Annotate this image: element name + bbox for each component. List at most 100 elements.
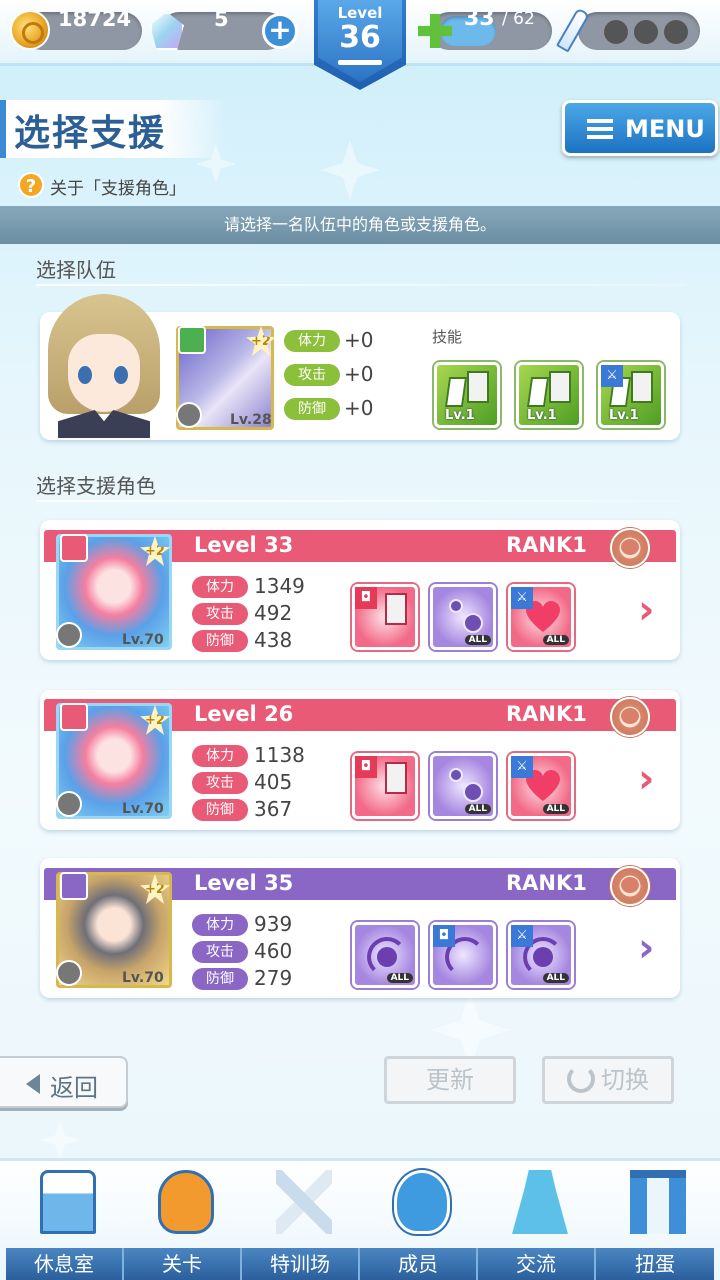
stat-value-hp: +0 bbox=[344, 328, 374, 352]
attribute-icon bbox=[178, 326, 206, 354]
player-level-badge: Level 36 bbox=[314, 0, 406, 90]
switch-label: 切换 bbox=[601, 1066, 649, 1094]
stat-value-attack: 405 bbox=[254, 770, 293, 794]
switch-icon bbox=[567, 1065, 595, 1093]
stat-tag-attack: 攻击 bbox=[192, 772, 248, 794]
attribute-icon bbox=[60, 703, 88, 731]
nav-item-social[interactable]: 交流 bbox=[478, 1158, 596, 1280]
all-tag: ALL bbox=[542, 973, 569, 983]
stat-value-defense: 279 bbox=[254, 966, 293, 990]
background-sparkle bbox=[320, 140, 380, 200]
stat-tag-defense: 防御 bbox=[284, 398, 340, 420]
help-link[interactable]: 关于「支援角色」 bbox=[50, 174, 186, 199]
nav-item-lounge[interactable]: 休息室 bbox=[6, 1158, 124, 1280]
chevron-right-icon[interactable]: › bbox=[638, 928, 668, 968]
bubble-icon bbox=[463, 613, 483, 633]
skill-level: Lv.1 bbox=[609, 408, 639, 423]
help-icon[interactable]: ? bbox=[18, 172, 44, 198]
chevron-right-icon[interactable]: › bbox=[638, 759, 668, 799]
stat-value-defense: +0 bbox=[344, 396, 374, 420]
battle-point-dot bbox=[664, 20, 688, 44]
friend-medal-icon bbox=[610, 528, 650, 568]
portrait-eye bbox=[78, 366, 92, 384]
refresh-button[interactable]: 更新 bbox=[384, 1056, 516, 1104]
card-level: Lv.70 bbox=[122, 970, 164, 986]
battle-point-dot bbox=[604, 20, 628, 44]
skill-slot[interactable]: ◘ bbox=[352, 584, 418, 650]
chevron-right-icon[interactable]: › bbox=[638, 590, 668, 630]
card-level: Lv.28 bbox=[230, 412, 272, 428]
nav-item-training[interactable]: 特训场 bbox=[242, 1158, 360, 1280]
scroll-icon bbox=[385, 593, 407, 625]
gem-amount: 5 bbox=[214, 7, 229, 31]
support-section-label: 选择支援角色 bbox=[36, 474, 156, 498]
nav-label: 扭蛋 bbox=[596, 1248, 714, 1280]
background-sparkle bbox=[40, 1120, 80, 1160]
skill-slot[interactable]: ALL bbox=[430, 753, 496, 819]
nav-label: 交流 bbox=[478, 1248, 596, 1280]
nav-label: 关卡 bbox=[124, 1248, 242, 1280]
lounge-building-icon bbox=[40, 1170, 96, 1234]
sword-icon: ⚔ bbox=[511, 587, 533, 609]
skill-level: Lv.1 bbox=[527, 408, 557, 423]
nav-item-stage[interactable]: 关卡 bbox=[124, 1158, 242, 1280]
stat-tag-hp: 体力 bbox=[284, 330, 340, 352]
stat-tag-hp: 体力 bbox=[192, 576, 248, 598]
shield-icon: ◘ bbox=[433, 925, 455, 947]
back-button[interactable]: 返回 bbox=[0, 1056, 128, 1108]
sword-icon: ⚔ bbox=[511, 925, 533, 947]
buy-gems-button[interactable]: + bbox=[262, 13, 298, 49]
page-title: 选择支援 bbox=[14, 113, 167, 154]
level-progress-bar bbox=[338, 60, 382, 65]
instruction-bar: 请选择一名队伍中的角色或支援角色。 bbox=[0, 206, 720, 244]
skill-slot[interactable]: Lv.1 bbox=[434, 362, 500, 428]
switch-button[interactable]: 切换 bbox=[542, 1056, 674, 1104]
bubble-icon bbox=[449, 599, 463, 613]
battle-point-dot bbox=[634, 20, 658, 44]
scroll-icon bbox=[444, 377, 468, 407]
stat-value-defense: 438 bbox=[254, 628, 293, 652]
back-label: 返回 bbox=[50, 1074, 98, 1102]
equip-icon bbox=[176, 402, 202, 428]
skill-slot[interactable]: ALL bbox=[430, 584, 496, 650]
nav-label: 特训场 bbox=[242, 1248, 360, 1280]
scroll-icon bbox=[385, 762, 407, 794]
stat-tag-attack: 攻击 bbox=[192, 603, 248, 625]
skill-slot[interactable]: ALL bbox=[352, 922, 418, 988]
stat-value-hp: 1138 bbox=[254, 743, 305, 767]
coin-icon bbox=[10, 10, 50, 50]
support-level: Level 35 bbox=[194, 871, 294, 895]
sword-icon: ⚔ bbox=[601, 365, 623, 387]
skill-slot[interactable]: ◘ bbox=[430, 922, 496, 988]
card-level: Lv.70 bbox=[122, 801, 164, 817]
scroll-icon bbox=[631, 371, 653, 403]
friend-medal-icon bbox=[610, 866, 650, 906]
menu-button[interactable]: MENU bbox=[562, 100, 718, 156]
player-level: 36 bbox=[339, 20, 381, 55]
skill-slot[interactable]: ⚔ ALL bbox=[508, 584, 574, 650]
team-leader-portrait bbox=[48, 294, 160, 438]
stat-tag-defense: 防御 bbox=[192, 630, 248, 652]
stamina-max: / 62 bbox=[502, 9, 535, 29]
nav-item-members[interactable]: 成员 bbox=[360, 1158, 478, 1280]
support-rank: RANK1 bbox=[506, 702, 587, 726]
crossed-swords-icon bbox=[276, 1170, 332, 1234]
skill-slot[interactable]: ⚔ Lv.1 bbox=[598, 362, 664, 428]
skill-slot[interactable]: ⚔ ALL bbox=[508, 922, 574, 988]
all-tag: ALL bbox=[464, 804, 491, 814]
scroll-icon bbox=[549, 371, 571, 403]
stat-tag-hp: 体力 bbox=[192, 914, 248, 936]
menu-label: MENU bbox=[625, 115, 705, 143]
stat-value-attack: +0 bbox=[344, 362, 374, 386]
stat-value-hp: 939 bbox=[254, 912, 293, 936]
skill-slot[interactable]: Lv.1 bbox=[516, 362, 582, 428]
stage-monster-icon bbox=[158, 1170, 214, 1234]
skill-slot[interactable]: ⚔ ALL bbox=[508, 753, 574, 819]
attribute-icon bbox=[60, 534, 88, 562]
equip-icon bbox=[56, 791, 82, 817]
skill-slot[interactable]: ◘ bbox=[352, 753, 418, 819]
vortex-core-icon bbox=[533, 947, 553, 967]
stat-tag-defense: 防御 bbox=[192, 968, 248, 990]
sword-icon: ⚔ bbox=[511, 756, 533, 778]
nav-item-gacha[interactable]: 扭蛋 bbox=[596, 1158, 714, 1280]
